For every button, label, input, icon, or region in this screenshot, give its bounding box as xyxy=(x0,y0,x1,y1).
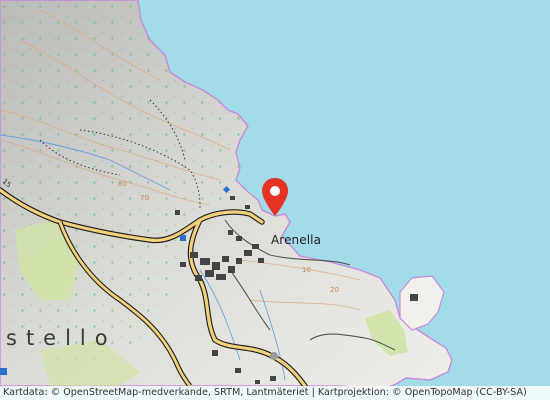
district-label: stello xyxy=(6,326,117,350)
contour-label: 10 xyxy=(302,266,311,274)
contour-label: 20 xyxy=(330,286,339,294)
location-pin-icon[interactable] xyxy=(260,176,290,218)
attribution-text: Kartdata: © OpenStreetMap-medverkande, S… xyxy=(3,387,527,398)
map-attribution: Kartdata: © OpenStreetMap-medverkande, S… xyxy=(0,386,550,400)
place-label-arenella: Arenella xyxy=(271,233,322,247)
contour-label: 80 xyxy=(118,180,127,188)
map-view[interactable]: ᐤ ᐤ xyxy=(0,0,550,400)
contour-label: 70 xyxy=(140,194,149,202)
